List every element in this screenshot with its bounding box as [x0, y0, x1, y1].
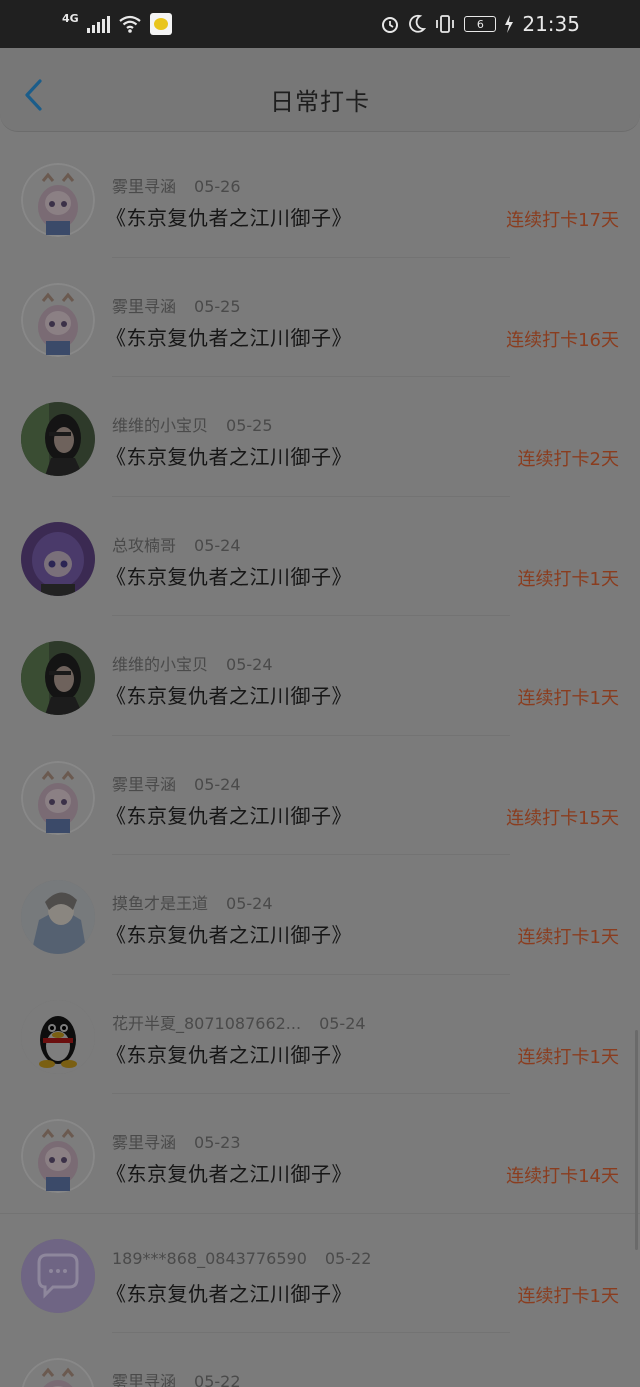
checkin-date: 05-25 — [194, 296, 241, 316]
avatar[interactable] — [21, 999, 95, 1074]
checkin-meta: 维维的小宝贝 05-25 — [112, 412, 273, 436]
list-item[interactable]: 雾里寻涵 05-26 《东京复仇者之江川御子》 连续打卡17天 — [0, 138, 640, 258]
status-left: 4G — [62, 11, 172, 35]
list-item[interactable]: 雾里寻涵 05-22 — [0, 1333, 640, 1387]
scrollbar[interactable] — [635, 1030, 638, 1250]
signal-icon — [86, 15, 110, 33]
avatar[interactable] — [21, 163, 95, 237]
battery-icon: 6 — [464, 16, 497, 32]
user-name: 189***868_0843776590 — [112, 1248, 307, 1268]
app-header: 日常打卡 — [0, 48, 640, 132]
user-name: 维维的小宝贝 — [112, 416, 209, 435]
clock: 21:35 — [522, 12, 580, 36]
checkin-date: 05-25 — [226, 416, 273, 435]
checkin-date: 05-24 — [226, 894, 273, 913]
streak-badge: 连续打卡2天 — [517, 449, 619, 470]
checkin-list: 雾里寻涵 05-26 《东京复仇者之江川御子》 连续打卡17天 雾里寻涵 05-25 《东京… — [0, 138, 640, 1387]
app-notification-icon — [149, 13, 172, 35]
book-title: 《东京复仇者之江川御子》 — [106, 684, 352, 708]
avatar[interactable] — [21, 521, 95, 596]
alarm-icon — [382, 17, 399, 33]
user-name: 摸鱼才是王道 — [112, 894, 209, 913]
book-title: 《东京复仇者之江川御子》 — [106, 1042, 352, 1067]
avatar[interactable] — [21, 641, 95, 715]
streak-badge: 连续打卡1天 — [517, 927, 619, 948]
book-title: 《东京复仇者之江川御子》 — [106, 564, 352, 589]
checkin-meta: 雾里寻涵 05-23 — [112, 1129, 241, 1153]
checkin-date: 05-24 — [226, 655, 273, 674]
checkin-meta: 摸鱼才是王道 05-24 — [112, 890, 273, 914]
avatar[interactable] — [21, 880, 95, 954]
avatar[interactable] — [21, 1238, 95, 1313]
checkin-meta: 雾里寻涵 05-26 — [112, 173, 241, 197]
checkin-meta: 维维的小宝贝 05-24 — [112, 651, 273, 675]
book-title: 《东京复仇者之江川御子》 — [106, 1281, 352, 1306]
streak-badge: 连续打卡1天 — [517, 1285, 619, 1307]
streak-badge: 连续打卡15天 — [506, 807, 619, 829]
avatar[interactable] — [21, 1119, 95, 1193]
status-bar: 4G 6 21:35 — [0, 0, 640, 48]
streak-badge: 连续打卡16天 — [506, 329, 619, 351]
vibrate-icon — [436, 15, 455, 33]
book-title: 《东京复仇者之江川御子》 — [106, 803, 352, 828]
list-item[interactable]: 摸鱼才是王道 05-24 《东京复仇者之江川御子》 连续打卡1天 — [0, 855, 640, 975]
user-name: 花开半夏_8071087662... — [112, 1013, 302, 1033]
list-item[interactable]: 花开半夏_8071087662... 05-24 《东京复仇者之江川御子》 连续打卡1… — [0, 975, 640, 1094]
checkin-meta: 花开半夏_8071087662... 05-24 — [112, 1010, 366, 1034]
checkin-meta: 雾里寻涵 05-25 — [112, 293, 241, 317]
user-name: 雾里寻涵 — [112, 774, 177, 794]
list-item[interactable]: 雾里寻涵 05-25 《东京复仇者之江川御子》 连续打卡16天 — [0, 258, 640, 377]
user-name: 雾里寻涵 — [112, 296, 177, 316]
book-title: 《东京复仇者之江川御子》 — [106, 325, 352, 350]
streak-badge: 连续打卡1天 — [517, 568, 619, 590]
list-item[interactable]: 雾里寻涵 05-23 《东京复仇者之江川御子》 连续打卡14天 — [0, 1094, 640, 1214]
list-item[interactable]: 维维的小宝贝 05-25 《东京复仇者之江川御子》 连续打卡2天 — [0, 377, 640, 497]
checkin-date: 05-24 — [194, 774, 241, 794]
moon-icon — [409, 14, 427, 33]
checkin-date: 05-23 — [194, 1133, 241, 1152]
user-name: 总攻楠哥 — [112, 535, 177, 555]
checkin-date: 05-24 — [194, 535, 241, 555]
avatar[interactable] — [21, 1358, 95, 1387]
book-title: 《东京复仇者之江川御子》 — [106, 923, 352, 947]
avatar[interactable] — [21, 760, 95, 835]
streak-badge: 连续打卡1天 — [517, 688, 619, 709]
charging-icon — [505, 15, 514, 33]
user-name: 雾里寻涵 — [112, 1133, 177, 1152]
checkin-meta: 总攻楠哥 05-24 — [112, 532, 241, 556]
network-type: 4G — [62, 11, 79, 25]
checkin-date: 05-22 — [194, 1372, 241, 1387]
list-item[interactable]: 总攻楠哥 05-24 《东京复仇者之江川御子》 连续打卡1天 — [0, 497, 640, 616]
user-name: 雾里寻涵 — [112, 1372, 177, 1387]
page-title: 日常打卡 — [270, 88, 370, 116]
streak-badge: 连续打卡1天 — [517, 1046, 619, 1068]
checkin-date: 05-24 — [319, 1013, 366, 1033]
list-item[interactable]: 雾里寻涵 05-24 《东京复仇者之江川御子》 连续打卡15天 — [0, 736, 640, 855]
checkin-date: 05-22 — [324, 1248, 372, 1268]
book-title: 《东京复仇者之江川御子》 — [106, 1162, 352, 1186]
list-item[interactable]: 维维的小宝贝 05-24 《东京复仇者之江川御子》 连续打卡1天 — [0, 616, 640, 736]
streak-badge: 连续打卡14天 — [506, 1166, 619, 1187]
avatar[interactable] — [21, 282, 95, 357]
wifi-icon — [119, 15, 141, 33]
avatar[interactable] — [21, 402, 95, 476]
book-title: 《东京复仇者之江川御子》 — [106, 206, 352, 230]
checkin-meta: 189***868_0843776590 05-22 — [112, 1249, 371, 1268]
checkin-date: 05-26 — [194, 177, 241, 196]
user-name: 维维的小宝贝 — [112, 655, 209, 674]
list-item[interactable]: 189***868_0843776590 05-22 《东京复仇者之江川御子》 连续打… — [0, 1214, 640, 1333]
checkin-meta: 雾里寻涵 05-24 — [112, 771, 241, 795]
book-title: 《东京复仇者之江川御子》 — [106, 445, 352, 469]
status-right: 6 21:35 — [380, 12, 580, 36]
streak-badge: 连续打卡17天 — [506, 210, 619, 231]
checkin-meta: 雾里寻涵 05-22 — [112, 1368, 241, 1387]
user-name: 雾里寻涵 — [112, 177, 177, 196]
